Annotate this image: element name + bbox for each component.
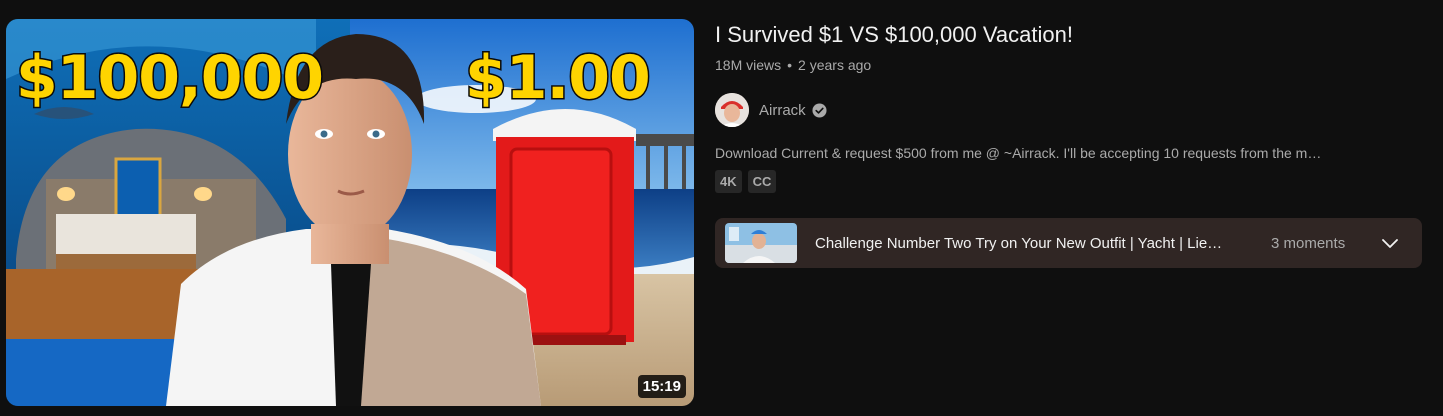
badge-list: 4K CC	[715, 170, 1425, 193]
video-description-snippet: Download Current & request $500 from me …	[715, 145, 1322, 161]
chapter-titles: Challenge Number Two Try on Your New Out…	[815, 234, 1223, 252]
avatar-image	[715, 93, 749, 127]
channel-name[interactable]: Airrack	[759, 102, 806, 119]
video-stats: 18M views • 2 years ago	[715, 57, 1425, 73]
upload-age: 2 years ago	[798, 57, 872, 73]
video-title[interactable]: I Survived $1 VS $100,000 Vacation!	[715, 19, 1425, 51]
chevron-down-icon[interactable]	[1380, 233, 1400, 253]
view-count: 18M views	[715, 57, 782, 73]
moments-count: 3 moments	[1271, 234, 1346, 252]
video-duration: 15:19	[637, 375, 686, 398]
badge-cc: CC	[747, 170, 777, 193]
verified-check-icon	[812, 102, 827, 118]
price-left-label: $100,000	[14, 42, 325, 115]
channel-row[interactable]: Airrack	[715, 93, 1425, 127]
video-result-row[interactable]: $100,000 $1.00 15:19 I Survived $1 VS $1…	[0, 0, 1443, 416]
chapter-thumbnail	[725, 223, 797, 263]
video-thumbnail[interactable]: $100,000 $1.00 15:19	[6, 19, 694, 406]
separator-dot: •	[787, 57, 793, 73]
price-right-label: $1.00	[464, 42, 653, 115]
key-moments-bar[interactable]: Challenge Number Two Try on Your New Out…	[715, 218, 1422, 268]
channel-avatar[interactable]	[715, 93, 749, 127]
badge-4k: 4K	[715, 170, 742, 193]
video-metadata: I Survived $1 VS $100,000 Vacation! 18M …	[715, 19, 1425, 268]
